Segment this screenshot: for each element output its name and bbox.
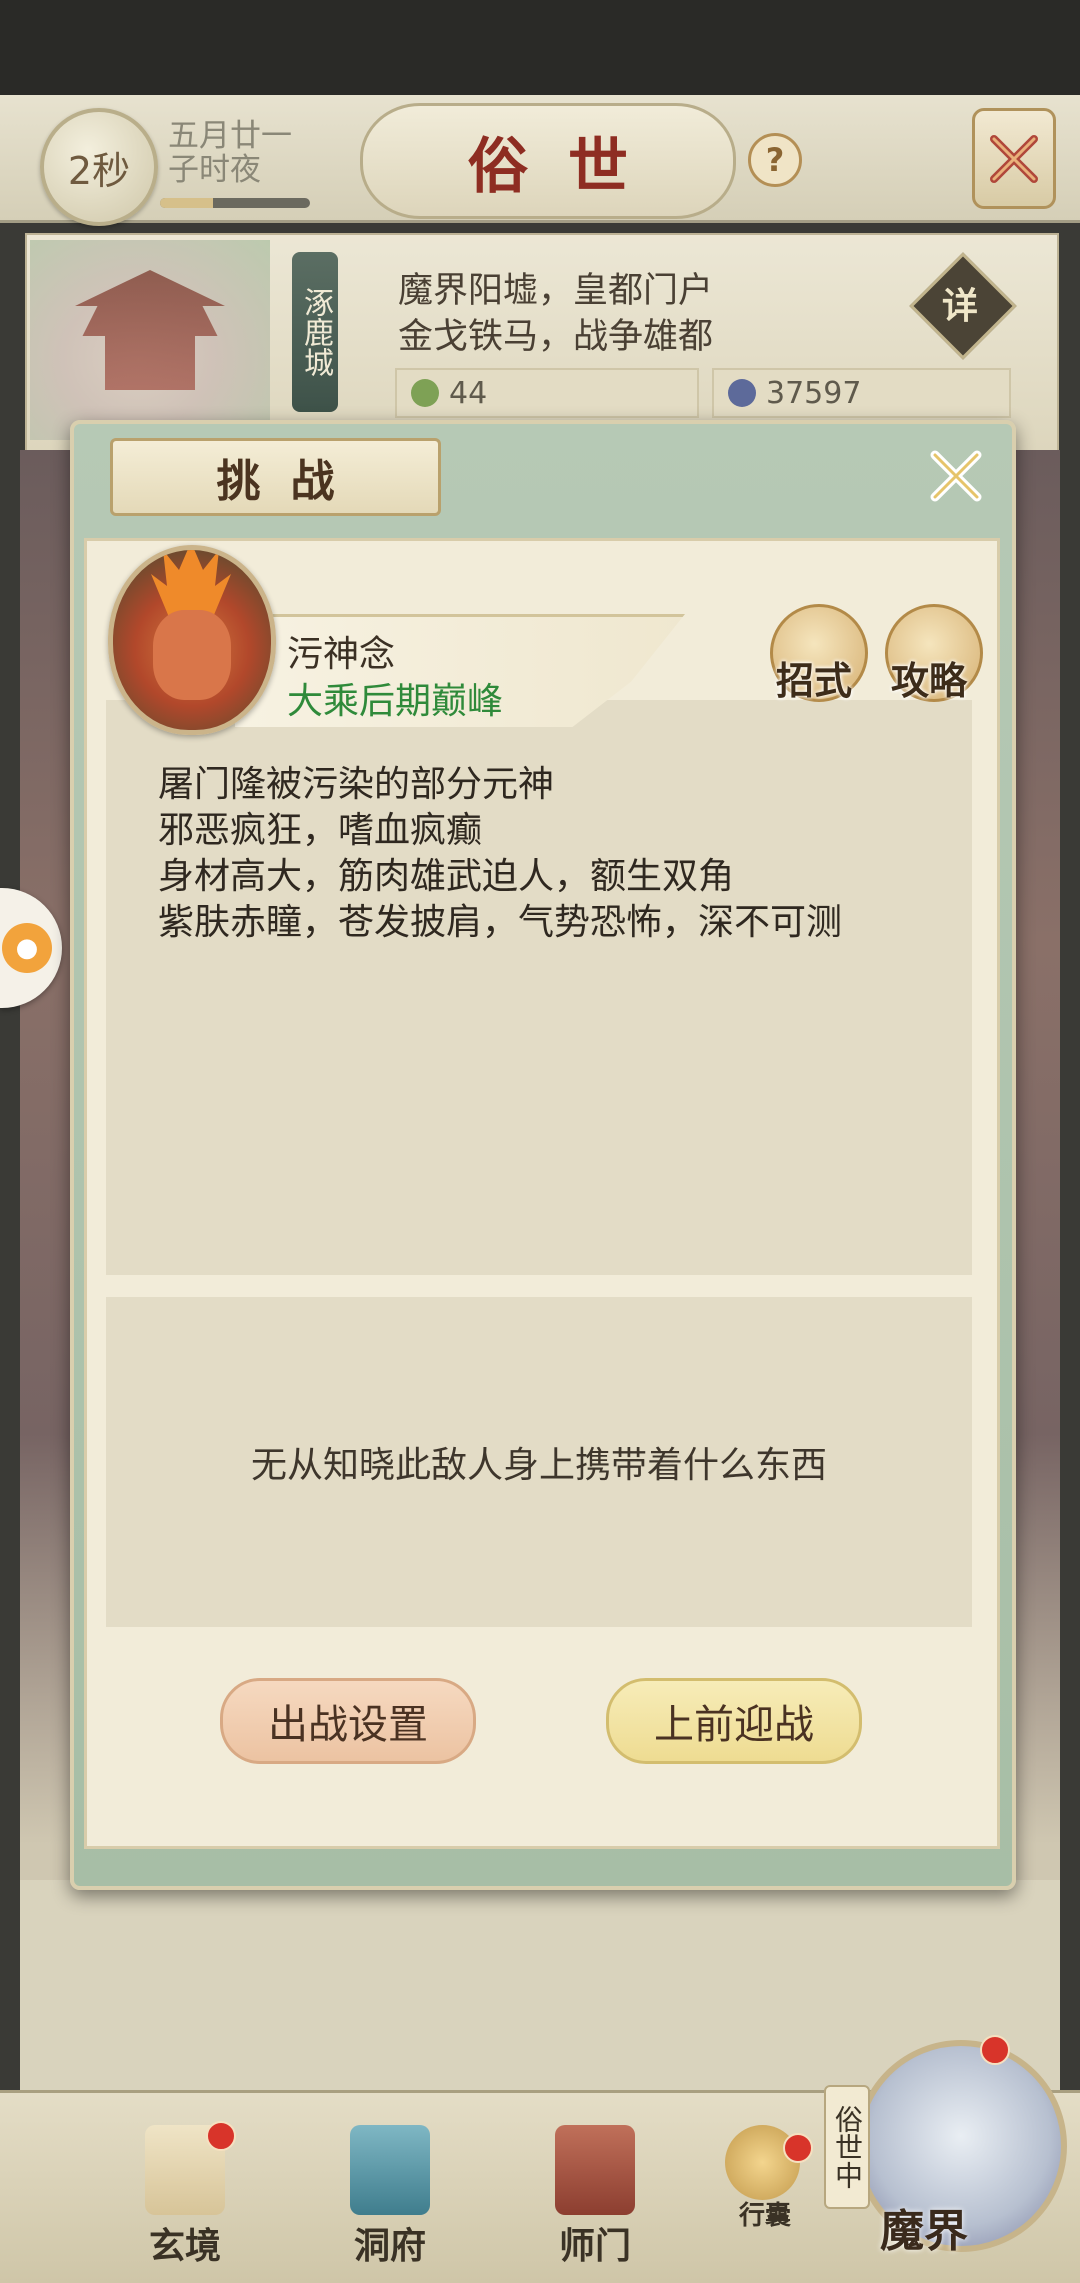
description-line: 紫肤赤瞳，苍发披肩，气势恐怖，深不可测 [158,902,843,943]
city-desc-line-2: 金戈铁马，战争雄都 [398,317,714,357]
resource-leaf-value: 44 [449,375,488,411]
notification-dot [206,2121,236,2151]
dialog-close-button[interactable] [918,440,994,512]
map-close-button[interactable] [972,108,1056,209]
notification-dot [980,2035,1010,2065]
help-icon: ? [765,141,785,179]
guide-button-label: 攻略 [891,659,968,703]
city-desc-line-1: 魔界阳墟，皇都门户 [398,271,714,311]
description-line: 身材高大，筋肉雄武迫人，额生双角 [158,856,735,897]
resource-coin: 37597 [712,368,1011,418]
pavilion-icon [350,2125,430,2215]
resource-coin-value: 37597 [766,375,862,411]
nav-item-dongfu[interactable]: 洞府 [325,2125,455,2275]
world-status-tag: 俗世中 [824,2085,870,2209]
battle-settings-button[interactable]: 出战设置 [220,1678,476,1764]
help-button[interactable]: ? [748,133,802,187]
close-icon [990,134,1038,183]
nav-label: 师门 [558,2225,631,2267]
loot-panel: 无从知晓此敌人身上携带着什么东西 [106,1297,972,1627]
nav-item-xuanjing[interactable]: 玄境 [120,2121,250,2275]
time-progress-bar [160,198,310,208]
nav-label: 玄境 [148,2225,221,2267]
description-line: 邪恶疯狂，嗜血疯癫 [158,810,483,851]
enemy-name: 污神念 [287,634,396,675]
date-label: 五月廿一 [168,118,292,154]
world-label: 魔界 [880,2206,968,2257]
nav-item-shimen[interactable]: 师门 [530,2125,660,2275]
notification-dot [783,2133,813,2163]
time-progress-fill [160,198,213,208]
time-label: 子时夜 [168,152,261,188]
status-bar-area [0,0,1080,95]
page-title: 俗世 [360,103,736,219]
banner-icon [555,2125,635,2215]
timer-badge: 2秒 [40,108,158,226]
enemy-rank: 大乘后期巅峰 [287,681,504,722]
close-icon [930,450,982,502]
description-line: 屠门隆被污染的部分元神 [158,764,555,805]
nav-item-xingnang[interactable]: 行囊 [705,2125,825,2275]
coin-icon [728,379,756,407]
enemy-face [153,610,231,700]
gamepad-icon: ● [2,923,52,973]
city-detail-label: 详 [941,286,978,327]
dialog-title: 挑战 [110,438,441,516]
start-battle-button[interactable]: 上前迎战 [606,1678,862,1764]
moves-button-label: 招式 [776,659,853,703]
enemy-avatar [108,545,276,735]
city-name-tag: 涿鹿城 [292,252,338,412]
nav-label: 行囊 [738,2201,791,2231]
loot-text: 无从知晓此敌人身上携带着什么东西 [250,1445,827,1486]
nav-label: 洞府 [353,2225,426,2267]
resource-leaf: 44 [395,368,699,418]
leaf-icon [411,379,439,407]
